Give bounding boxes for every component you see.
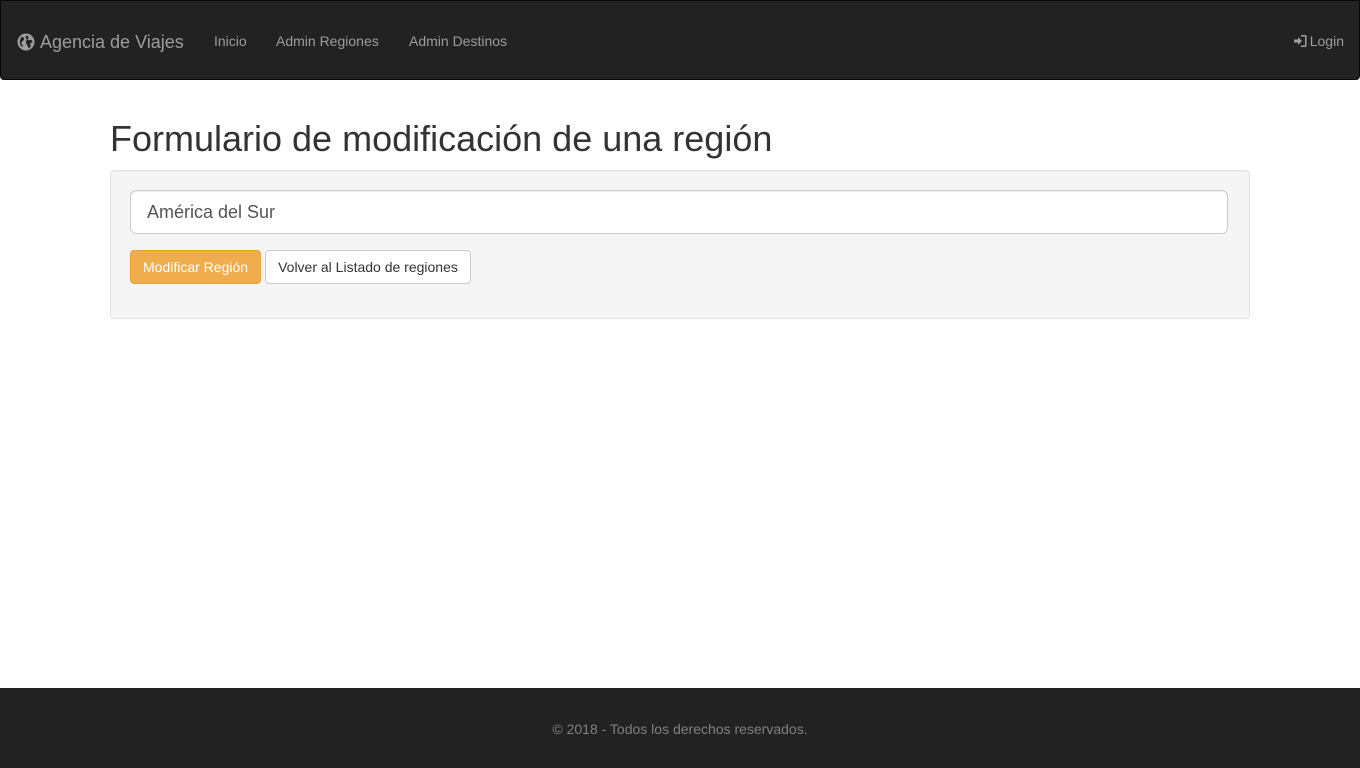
footer-copyright: © 2018 - Todos los derechos reservados. (552, 721, 808, 737)
globe-icon (17, 33, 35, 51)
edit-region-form: Modificar Región Volver al Listado de re… (110, 170, 1250, 319)
region-name-input[interactable] (130, 190, 1228, 234)
modify-region-button[interactable]: Modificar Región (130, 250, 261, 284)
login-label: Login (1309, 33, 1344, 49)
login-link[interactable]: Login (1293, 32, 1344, 50)
page-title: Formulario de modificación de una región (110, 118, 773, 159)
nav-link-admin-regiones[interactable]: Admin Regiones (276, 32, 379, 50)
nav-link-inicio[interactable]: Inicio (214, 32, 247, 50)
nav-link-admin-destinos[interactable]: Admin Destinos (409, 32, 507, 50)
back-to-list-button[interactable]: Volver al Listado de regiones (265, 250, 471, 284)
brand-text: Agencia de Viajes (40, 32, 184, 52)
log-in-icon (1293, 34, 1307, 48)
brand-link[interactable]: Agencia de Viajes (17, 30, 184, 54)
footer: © 2018 - Todos los derechos reservados. (0, 688, 1360, 768)
top-navbar: Agencia de Viajes Inicio Admin Regiones … (0, 0, 1360, 80)
